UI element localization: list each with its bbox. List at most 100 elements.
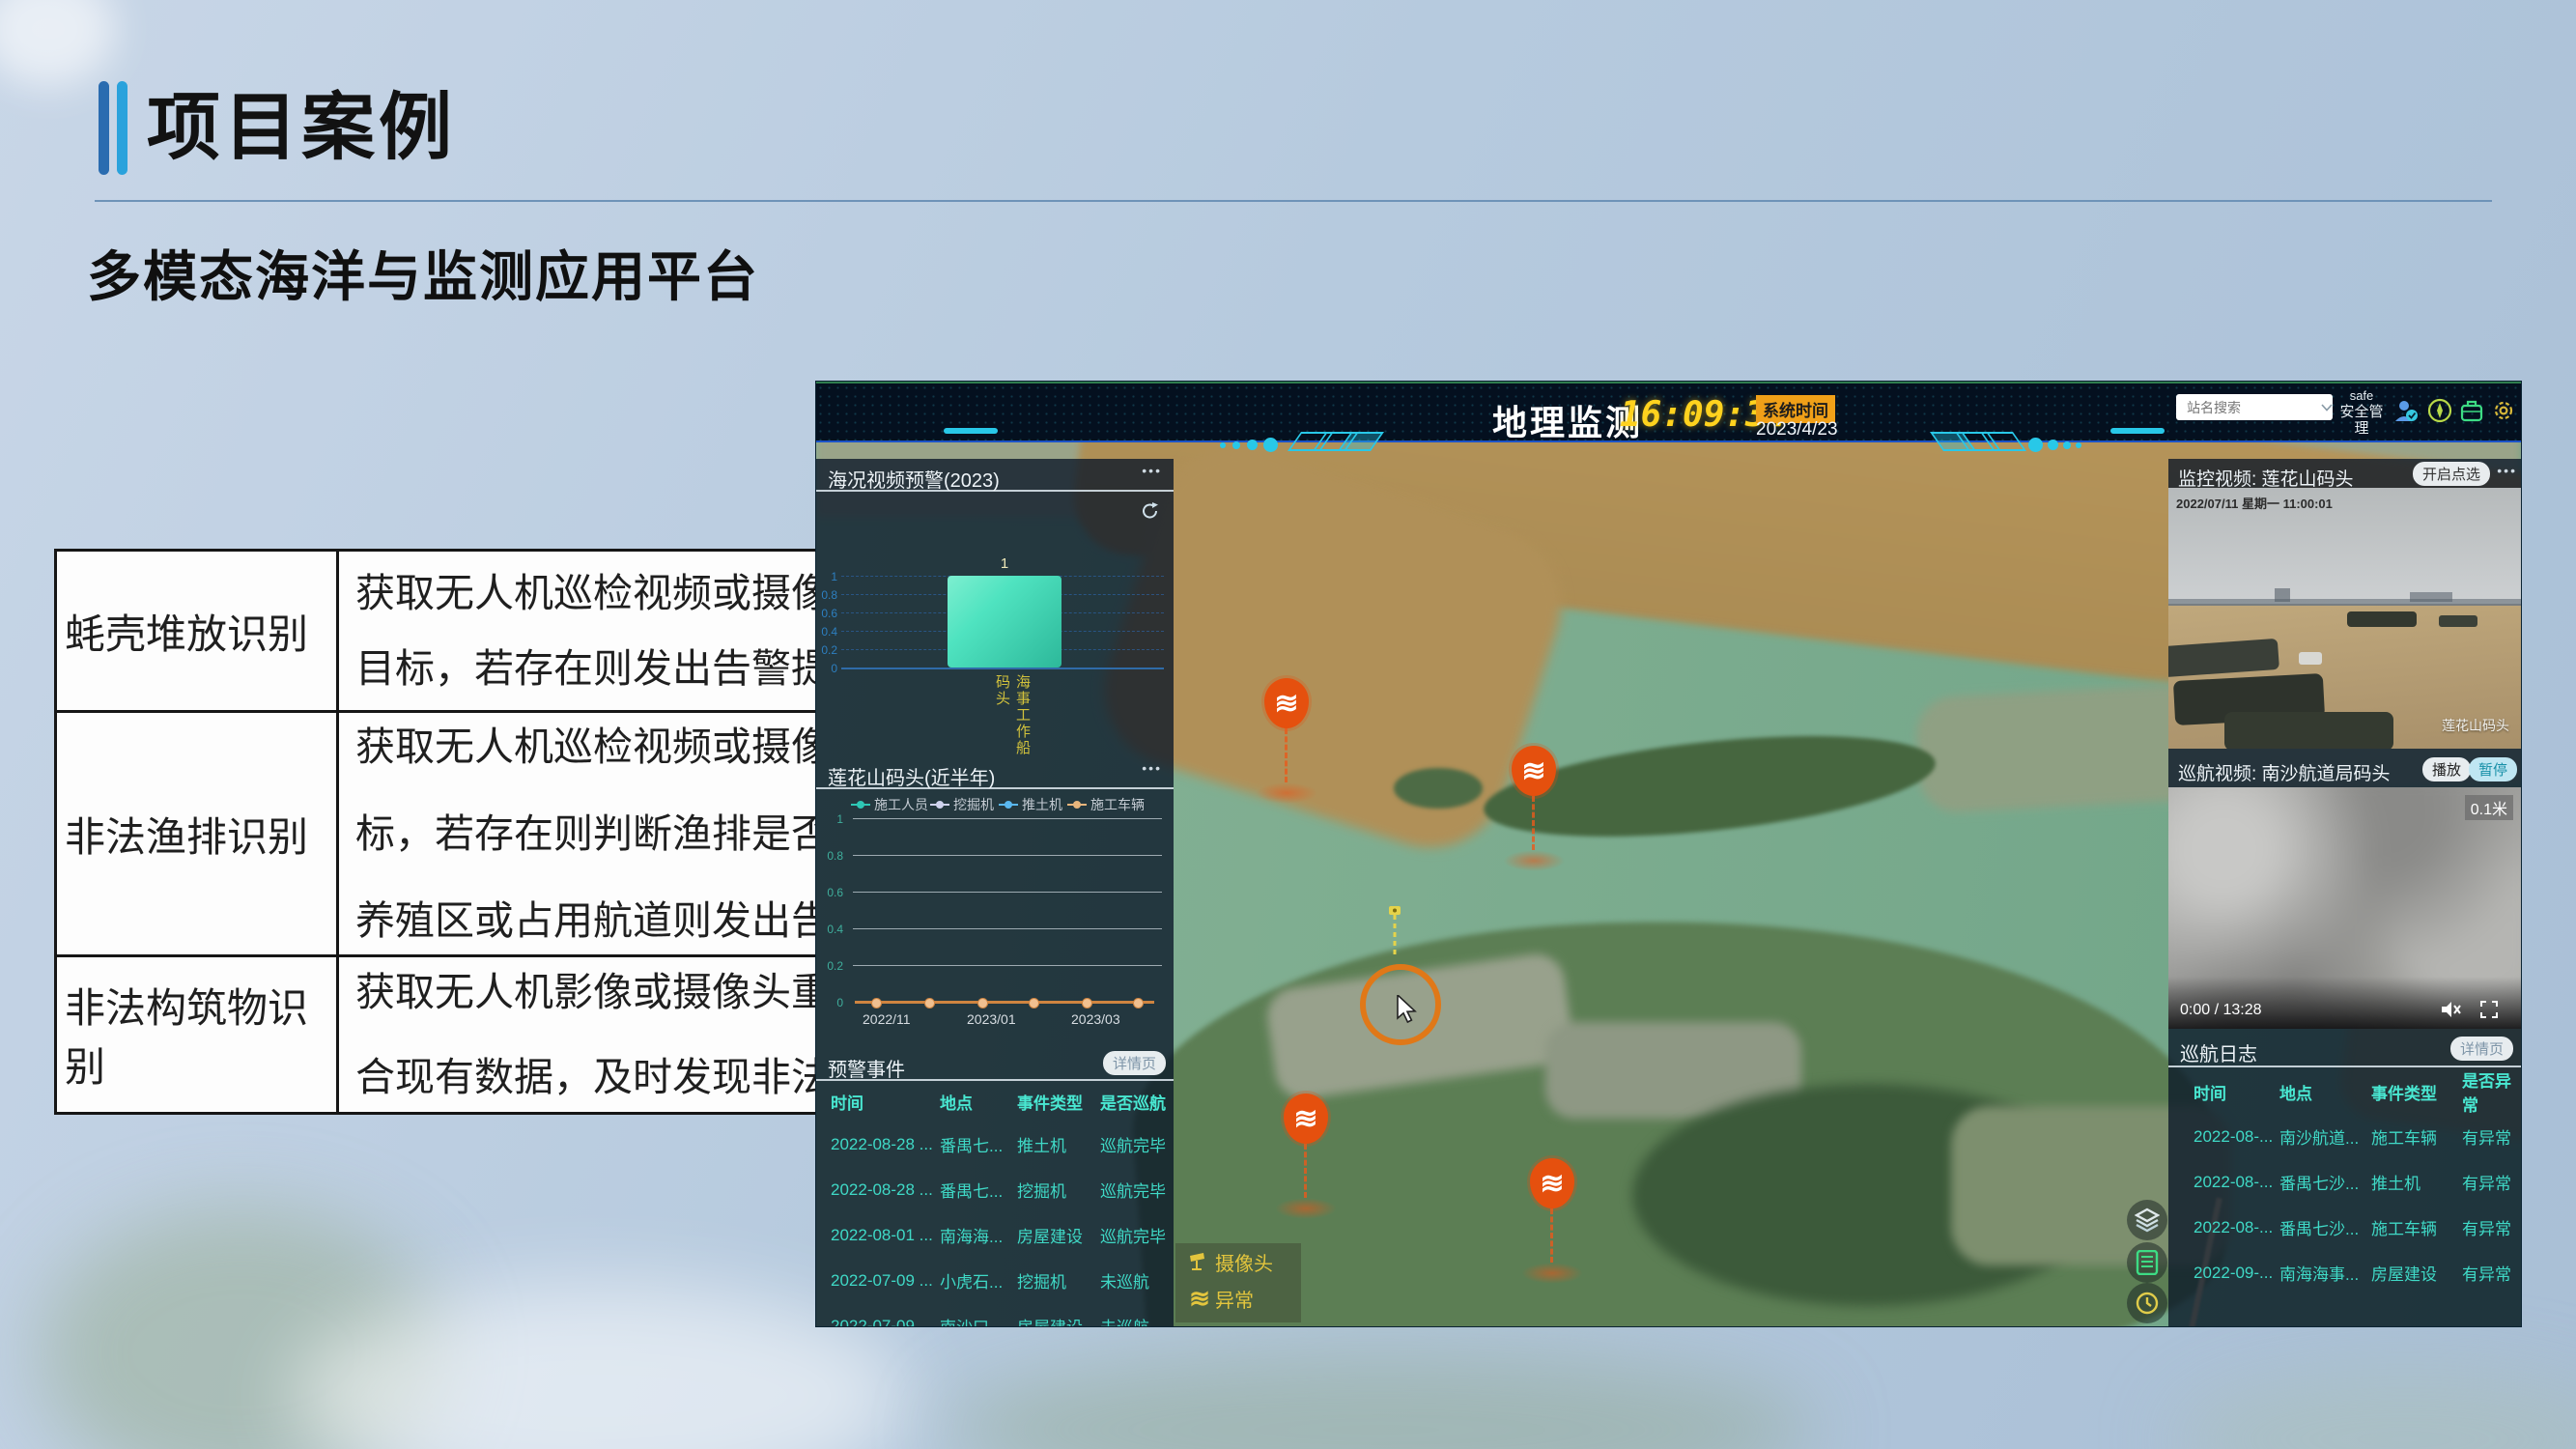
legend-item[interactable]: 推土机 (999, 795, 1062, 814)
cruise-video-panel: 巡航视频: 南沙航道局码头 播放 暂停 0.1米 0:00 / 13:28 (2168, 753, 2521, 1031)
legend-item[interactable]: 挖掘机 (930, 795, 994, 814)
mute-icon[interactable] (2440, 1000, 2461, 1019)
history-button[interactable] (2127, 1283, 2167, 1323)
compass-button[interactable] (2427, 398, 2452, 423)
waves-icon: ≋ (1184, 1284, 1215, 1314)
fullscreen-icon[interactable] (2480, 1001, 2498, 1018)
section-title: 项目案例 (147, 68, 456, 174)
header-chevrons (1294, 432, 1410, 455)
trend-panel: 莲花山码头(近半年) ••• 施工人员 挖掘机 推土机 施工车辆 1 0.8 0… (816, 756, 1174, 1048)
gear-icon (2491, 398, 2516, 423)
toolbox-button[interactable] (2459, 398, 2484, 423)
table-row[interactable]: 2022-08-...番禺七沙...施工车辆有异常 (2168, 1205, 2521, 1250)
video-watermark: 莲花山码头 (2442, 716, 2509, 735)
video-time: 0:00 / 13:28 (2180, 1002, 2262, 1019)
pause-button[interactable]: 暂停 (2469, 757, 2517, 781)
table-row[interactable]: 2022-09-...南海海事...房屋建设有异常 (2168, 1250, 2521, 1295)
abnormal-marker[interactable]: ≋ (1284, 1094, 1328, 1219)
panel-title: 莲花山码头(近半年) (828, 762, 995, 790)
bar-category-label: 海事工作船码头 (992, 674, 1033, 756)
events-table-header: 时间地点事件类型是否巡航 (816, 1081, 1174, 1122)
video-timestamp: 2022/07/11 星期一 11:00:01 (2176, 494, 2333, 512)
camera-marker[interactable] (1388, 906, 1401, 954)
pick-on-button[interactable]: 开启点选 (2413, 462, 2490, 486)
title-divider-line (95, 200, 2492, 202)
more-menu-icon[interactable]: ••• (1142, 760, 1162, 776)
boat (2439, 615, 2477, 627)
list-icon (2136, 1250, 2159, 1275)
station-search-box (2176, 394, 2333, 420)
legend-label: 摄像头 (1215, 1248, 1273, 1276)
search-input[interactable] (2185, 399, 2309, 416)
settings-button[interactable] (2491, 398, 2516, 423)
legend-item[interactable]: 施工车辆 (1067, 795, 1145, 814)
more-menu-icon[interactable]: ••• (2497, 463, 2517, 478)
scale-label: 0.1米 (2465, 795, 2513, 820)
data-point (1133, 998, 1144, 1009)
table-row[interactable]: 2022-08-28 ...番禺七...挖掘机巡航完毕 (816, 1167, 1174, 1212)
table-row[interactable]: 2022-08-01 ...南海海...房屋建设巡航完毕 (816, 1212, 1174, 1258)
title-accent-bar-dark (99, 81, 109, 175)
waves-icon: ≋ (1264, 678, 1309, 728)
data-line (855, 1001, 1154, 1004)
map-legend: 摄像头 ≋ 异常 (1175, 1243, 1301, 1322)
clock-icon (2135, 1291, 2160, 1316)
table-row-label: 非法渔排识别 (57, 713, 339, 957)
cruise-video[interactable]: 0.1米 0:00 / 13:28 (2168, 787, 2521, 1029)
data-point (1082, 998, 1092, 1009)
boat (2224, 712, 2393, 749)
user-check-icon (2393, 398, 2419, 423)
legend-item[interactable]: 施工人员 (851, 795, 928, 814)
report-button[interactable] (2127, 1242, 2167, 1283)
line-chart: 施工人员 挖掘机 推土机 施工车辆 1 0.8 0.6 0.4 0.2 0 (816, 789, 1174, 1048)
user-button[interactable] (2393, 398, 2419, 423)
presentation-slide: 项目案例 多模态海洋与监测应用平台 蚝壳堆放识别 获取无人机巡检视频或摄像头重目… (0, 0, 2576, 1449)
panel-title: 巡航视频: 南沙航道局码头 (2178, 759, 2391, 785)
panel-title: 监控视频: 莲花山码头 (2178, 465, 2354, 491)
table-row[interactable]: 2022-08-...番禺七沙...推土机有异常 (2168, 1159, 2521, 1205)
page-title: 多模态海洋与监测应用平台 (87, 234, 759, 312)
data-point (977, 998, 988, 1009)
bar[interactable] (948, 576, 1062, 668)
panel-header: 监控视频: 莲花山码头 开启点选 ••• (2168, 459, 2521, 488)
compass-icon (2427, 398, 2452, 423)
monitor-video[interactable]: 2022/07/11 星期一 11:00:01 莲花山码头 (2168, 488, 2521, 749)
layers-button[interactable] (2127, 1200, 2167, 1240)
refresh-icon[interactable] (1141, 501, 1160, 521)
header-accent-bar (944, 428, 998, 434)
table-row[interactable]: 2022-08-28 ...番禺七...推土机巡航完毕 (816, 1122, 1174, 1167)
legend-item-camera: 摄像头 (1175, 1243, 1301, 1280)
table-row[interactable]: 2022-07-09 ...小虎石...挖掘机未巡航 (816, 1258, 1174, 1303)
monitor-video-panel: 监控视频: 莲花山码头 开启点选 ••• 2022/07/11 星期一 11:0… (2168, 459, 2521, 753)
detail-page-button[interactable]: 详情页 (1103, 1051, 1166, 1075)
bg-blob (2173, 1372, 2576, 1449)
more-menu-icon[interactable]: ••• (1142, 463, 1162, 478)
table-row-label: 非法构筑物识别 (57, 957, 339, 1112)
camera-icon (1184, 1252, 1215, 1271)
briefcase-icon (2459, 398, 2484, 423)
abnormal-marker[interactable]: ≋ (1512, 746, 1556, 871)
cruise-log-panel: 巡航日志 详情页 时间地点事件类型是否异常 2022-08-...南沙航道...… (2168, 1031, 2521, 1326)
bg-blob (0, 0, 116, 87)
legend-label: 异常 (1215, 1285, 1254, 1313)
data-point (871, 998, 882, 1009)
play-button[interactable]: 播放 (2422, 757, 2471, 781)
bar-value-label: 1 (948, 555, 1062, 572)
table-row[interactable]: 2022-08-...南沙航道...施工车辆有异常 (2168, 1114, 2521, 1159)
bar-chart: 1 0.8 0.6 0.4 0.2 0 1 海事工作船码头 (816, 492, 1174, 756)
data-point (1029, 998, 1039, 1009)
log-table-header: 时间地点事件类型是否异常 (2168, 1067, 2521, 1114)
layers-icon (2135, 1208, 2160, 1233)
panel-title: 巡航日志 (2180, 1038, 2257, 1066)
waves-icon: ≋ (1512, 746, 1556, 796)
panel-header: 预警事件 详情页 (816, 1048, 1174, 1081)
chevron-down-icon[interactable] (2321, 404, 2333, 412)
abnormal-marker[interactable]: ≋ (1264, 678, 1309, 804)
panel-header: 海况视频预警(2023) ••• (816, 459, 1174, 492)
abnormal-marker[interactable]: ≋ (1530, 1158, 1574, 1284)
panel-header: 莲花山码头(近半年) ••• (816, 756, 1174, 789)
safe-mode-label: safe 安全管理 (2335, 389, 2389, 437)
bg-blob (947, 1352, 1816, 1449)
table-row[interactable]: 2022-07-09南沙口房屋建设未巡航 (816, 1303, 1174, 1326)
detail-page-button[interactable]: 详情页 (2450, 1037, 2513, 1061)
